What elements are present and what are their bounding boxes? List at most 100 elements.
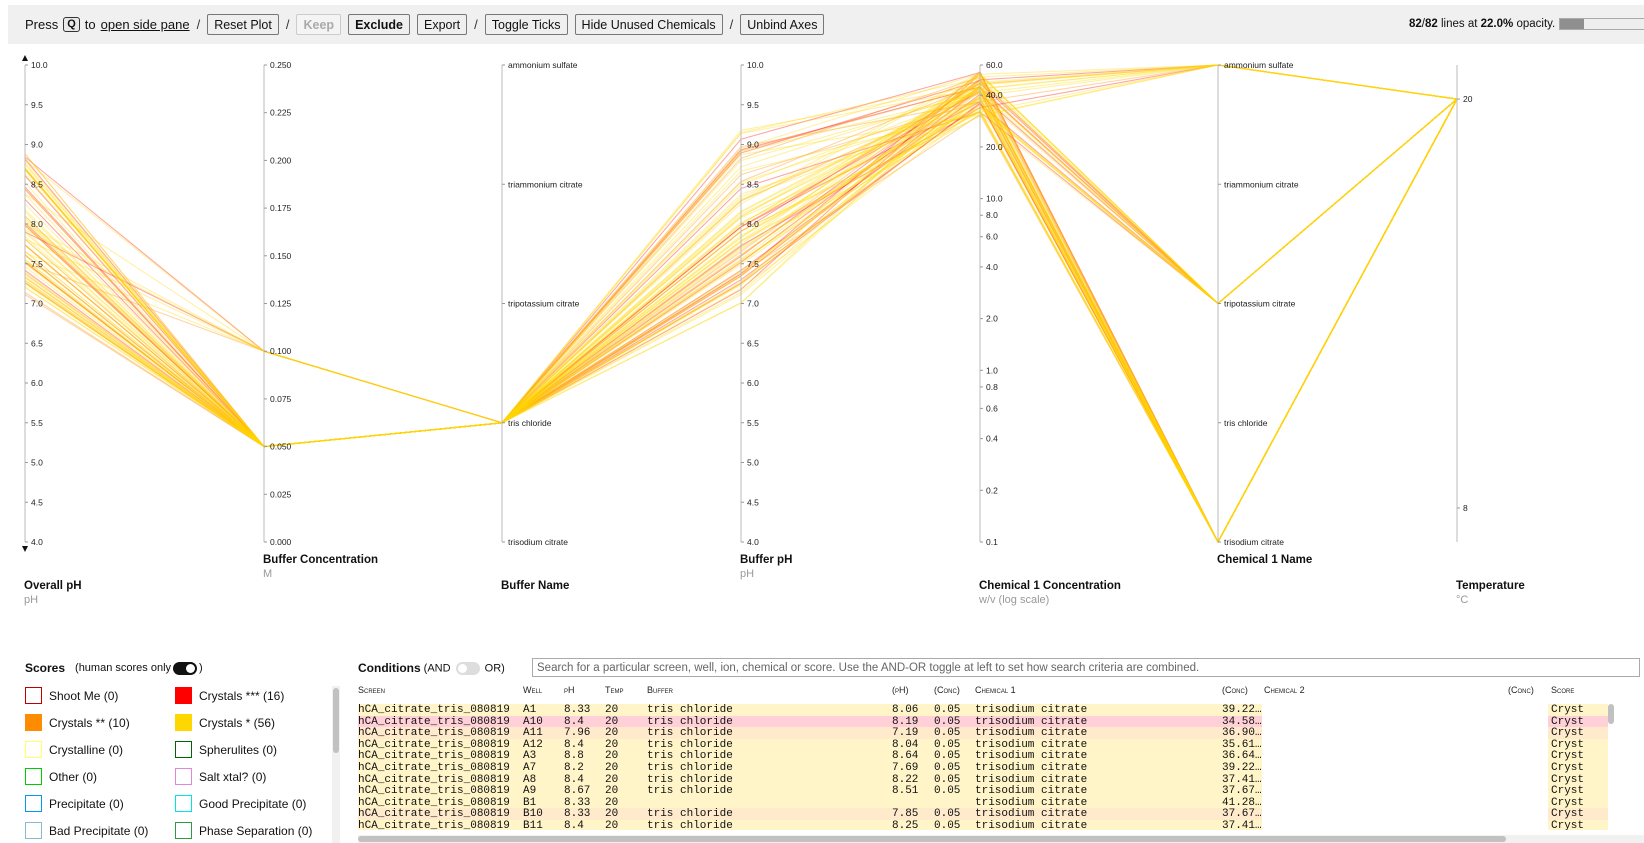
table-row[interactable]: hCA_citrate_tris_080819 A8 8.4 20 tris chlor… <box>358 773 1644 786</box>
table-cell: A3 <box>523 750 537 763</box>
keep-button[interactable]: Keep <box>296 14 342 35</box>
table-cell: 8.4 <box>564 773 584 786</box>
table-cell: hCA_citrate_tris_080819 <box>358 715 510 728</box>
scores-title: Scores <box>25 661 66 675</box>
score-filter-item[interactable]: Good Precipitate (0) <box>175 794 325 813</box>
table-cell: 20 <box>605 773 619 786</box>
table-row[interactable]: hCA_citrate_tris_080819 B1 8.33 20 trisodium… <box>358 796 1644 809</box>
table-cell: 0.05 <box>934 820 961 830</box>
conditions-search-input[interactable] <box>532 658 1640 677</box>
brush-up-arrow-icon[interactable] <box>22 55 28 61</box>
score-label: Other (0) <box>49 769 98 784</box>
column-header[interactable]: Screen <box>358 685 385 695</box>
tick-label: 2.0 <box>986 314 998 324</box>
hide-unused-chemicals-button[interactable]: Hide Unused Chemicals <box>574 14 723 35</box>
score-label: Phase Separation (0) <box>199 823 313 838</box>
score-filter-item[interactable]: Shoot Me (0) <box>25 686 175 705</box>
table-row[interactable]: hCA_citrate_tris_080819 A1 8.33 20 tris chlo… <box>358 704 1644 716</box>
table-cell: Cryst <box>1551 738 1585 751</box>
score-label: Salt xtal? (0) <box>199 769 267 784</box>
export-button[interactable]: Export <box>417 14 468 35</box>
score-filter-item[interactable]: Precipitate (0) <box>25 794 175 813</box>
column-header[interactable]: (Conc) <box>934 685 960 695</box>
column-header[interactable]: (pH) <box>892 685 909 695</box>
score-swatch-icon <box>25 822 42 839</box>
tick-label: 5.5 <box>31 418 43 428</box>
axis-title[interactable]: Buffer Name <box>501 580 569 592</box>
table-cell: tris chloride <box>647 738 733 751</box>
table-cell: trisodium citrate <box>975 773 1088 786</box>
axis-title[interactable]: Overall pH <box>24 580 82 592</box>
table-row[interactable]: hCA_citrate_tris_080819 B10 8.33 20 tris chl… <box>358 808 1644 821</box>
column-header[interactable]: pH <box>564 685 575 695</box>
table-row[interactable]: hCA_citrate_tris_080819 A9 8.67 20 tris chlo… <box>358 785 1644 798</box>
table-row[interactable]: hCA_citrate_tris_080819 A7 8.2 20 tris chlor… <box>358 762 1644 774</box>
tick-label: 0.025 <box>270 489 292 499</box>
tick-label: 40.0 <box>986 90 1003 100</box>
score-label: Crystalline (0) <box>49 742 124 757</box>
column-header[interactable]: (Conc) <box>1222 685 1248 695</box>
opacity-slider[interactable] <box>1559 18 1644 30</box>
column-header[interactable]: Score <box>1551 685 1574 695</box>
scrollbar-thumb[interactable] <box>358 836 1506 842</box>
score-filter-item[interactable]: Crystals *** (16) <box>175 686 325 705</box>
axis-title[interactable]: Temperature <box>1456 580 1525 592</box>
table-cell: Cryst <box>1551 750 1585 763</box>
scrollbar-thumb[interactable] <box>1608 704 1614 724</box>
score-filter-item[interactable]: Crystalline (0) <box>25 740 175 759</box>
axis-title[interactable]: Chemical 1 Concentration <box>979 580 1121 592</box>
axis-title[interactable]: Buffer pH <box>740 554 792 566</box>
tick-label: 9.0 <box>747 140 759 150</box>
table-cell: 20 <box>605 762 619 774</box>
scrollbar-thumb[interactable] <box>333 688 339 753</box>
score-swatch-icon <box>25 795 42 812</box>
score-filter-item[interactable]: Spherulites (0) <box>175 740 325 759</box>
reset-plot-button[interactable]: Reset Plot <box>207 14 279 35</box>
table-cell: 20 <box>605 785 619 798</box>
tick-label: 9.0 <box>31 140 43 150</box>
axis-title[interactable]: Chemical 1 Name <box>1217 554 1312 566</box>
tick-label: 0.050 <box>270 442 292 452</box>
toggle-ticks-button[interactable]: Toggle Ticks <box>484 14 568 35</box>
tick-label: 20 <box>1463 94 1473 104</box>
score-filter-item[interactable]: Bad Precipitate (0) <box>25 821 175 840</box>
table-vertical-scrollbar[interactable] <box>1607 704 1615 830</box>
column-header[interactable]: (Conc) <box>1508 685 1534 695</box>
score-filter-item[interactable]: Crystals ** (10) <box>25 713 175 732</box>
table-row[interactable]: hCA_citrate_tris_080819 A12 8.4 20 tris chlo… <box>358 738 1644 751</box>
conditions-title: Conditions <box>358 661 421 675</box>
parallel-coordinates-plot[interactable]: 10.0 9.5 9.0 8.5 8.0 7.5 7.0 6.5 6.0 5.5 5.0 4.5 4.0… <box>0 50 1644 650</box>
human-scores-only-toggle[interactable] <box>173 661 198 675</box>
brush-down-arrow-icon[interactable] <box>22 546 28 552</box>
and-or-toggle[interactable] <box>455 661 480 675</box>
table-cell: trisodium citrate <box>975 820 1088 830</box>
column-header[interactable]: Well <box>523 685 542 695</box>
column-header[interactable]: Buffer <box>647 685 673 695</box>
tick-label: 6.0 <box>747 378 759 388</box>
table-cell: 20 <box>605 808 619 821</box>
table-cell: trisodium citrate <box>975 808 1088 821</box>
table-row[interactable]: hCA_citrate_tris_080819 A11 7.96 20 tris chl… <box>358 727 1644 740</box>
unbind-axes-button[interactable]: Unbind Axes <box>740 14 825 35</box>
exclude-button[interactable]: Exclude <box>348 14 410 35</box>
tick-label: ammonium sulfate <box>1224 60 1294 70</box>
axis-unit: pH <box>740 568 754 580</box>
column-header[interactable]: Temp <box>605 685 624 695</box>
table-row[interactable]: hCA_citrate_tris_080819 A10 8.4 20 tris chlo… <box>358 715 1644 728</box>
score-label: Precipitate (0) <box>49 796 124 811</box>
tick-label: 10.0 <box>986 194 1003 204</box>
score-filter-item[interactable]: Salt xtal? (0) <box>175 767 325 786</box>
table-horizontal-scrollbar[interactable] <box>358 835 1644 843</box>
column-header[interactable]: Chemical 2 <box>1264 685 1305 695</box>
open-side-pane-link[interactable]: open side pane <box>101 17 190 32</box>
score-filter-item[interactable]: Crystals * (56) <box>175 713 325 732</box>
table-row[interactable]: hCA_citrate_tris_080819 B11 8.4 20 tris chlo… <box>358 820 1644 830</box>
column-header[interactable]: Chemical 1 <box>975 685 1016 695</box>
tick-label: 0.2 <box>986 485 998 495</box>
scores-scrollbar[interactable] <box>332 686 340 843</box>
axis-title[interactable]: Buffer Concentration <box>263 554 378 566</box>
tick-label: 0.6 <box>986 403 998 413</box>
score-filter-item[interactable]: Other (0) <box>25 767 175 786</box>
table-row[interactable]: hCA_citrate_tris_080819 A3 8.8 20 tris chlor… <box>358 750 1644 763</box>
score-filter-item[interactable]: Phase Separation (0) <box>175 821 325 840</box>
